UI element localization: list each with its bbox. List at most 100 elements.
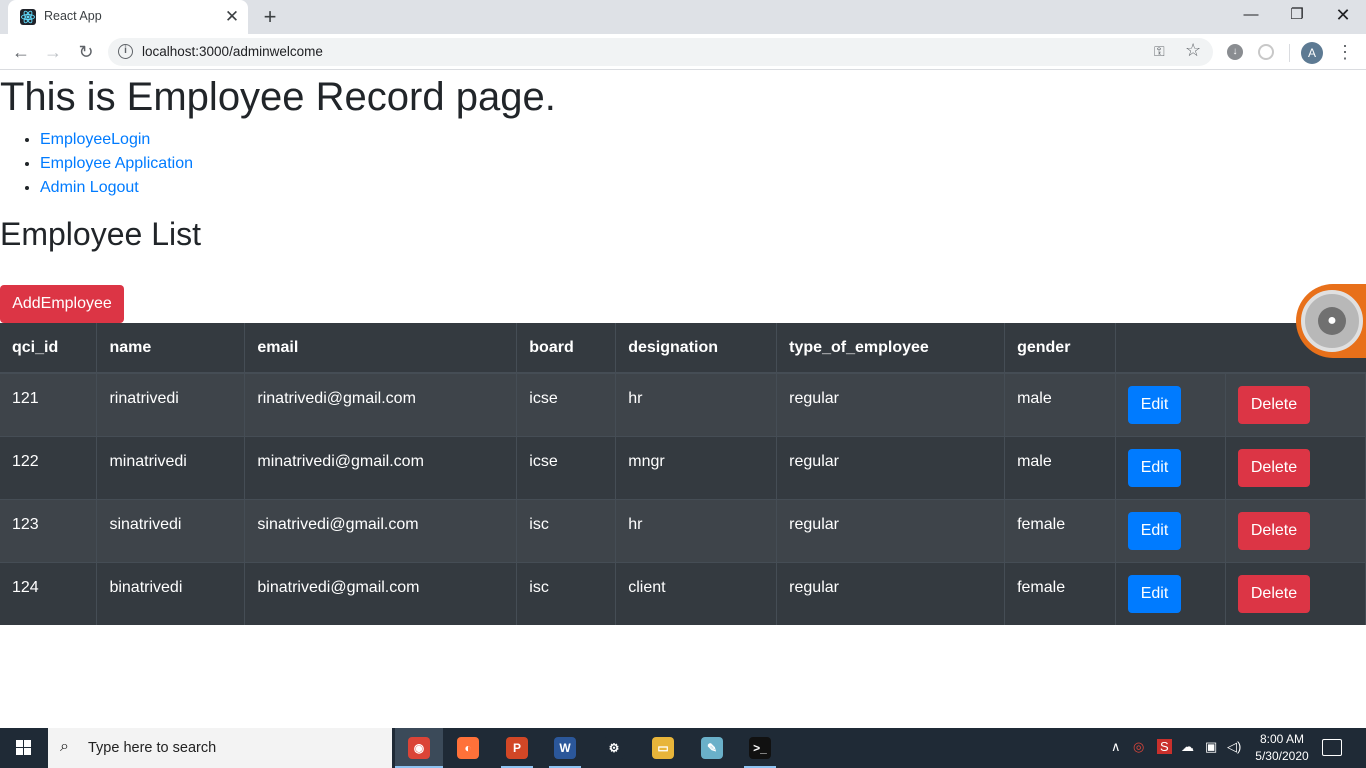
column-header: designation bbox=[615, 323, 778, 374]
name-cell: rinatrivedi bbox=[96, 372, 246, 436]
sync-app-icon[interactable]: S bbox=[1157, 739, 1172, 754]
chrome-icon: ◉ bbox=[408, 737, 430, 759]
firefox-taskbar-button[interactable]: ◐ bbox=[444, 728, 492, 768]
back-arrow-icon[interactable]: ← bbox=[8, 39, 34, 65]
edit-cell: Edit bbox=[1115, 372, 1226, 436]
delete-button[interactable]: Delete bbox=[1237, 386, 1310, 424]
word-icon: W bbox=[554, 737, 576, 759]
chrome-taskbar-button[interactable]: ◉ bbox=[395, 728, 443, 768]
site-info-icon[interactable]: i bbox=[118, 44, 133, 59]
type-of-employee-cell: regular bbox=[776, 498, 1006, 562]
page-title: This is Employee Record page. bbox=[0, 75, 556, 119]
network-icon[interactable]: ▣ bbox=[1205, 739, 1217, 755]
name-cell: sinatrivedi bbox=[96, 498, 246, 562]
nav-item: Employee Application bbox=[40, 152, 193, 176]
board-cell: icse bbox=[516, 372, 617, 436]
clock-date[interactable]: 5/30/2020 bbox=[1250, 749, 1314, 763]
edit-cell: Edit bbox=[1115, 561, 1226, 625]
powerpoint-icon: P bbox=[506, 737, 528, 759]
email-cell: rinatrivedi@gmail.com bbox=[244, 372, 518, 436]
url-text[interactable]: localhost:3000/adminwelcome bbox=[142, 44, 323, 59]
email-cell: sinatrivedi@gmail.com bbox=[244, 498, 518, 562]
firefox-icon: ◐ bbox=[457, 737, 479, 759]
word-taskbar-button[interactable]: W bbox=[541, 728, 589, 768]
reload-icon[interactable]: ↻ bbox=[73, 39, 99, 65]
antivirus-icon[interactable]: ◎ bbox=[1133, 739, 1144, 755]
delete-cell: Delete bbox=[1225, 372, 1366, 436]
delete-button[interactable]: Delete bbox=[1237, 511, 1310, 550]
delete-button[interactable]: Delete bbox=[1237, 448, 1310, 487]
qci-id-cell: 123 bbox=[0, 498, 98, 562]
file-explorer-icon: ▭ bbox=[652, 737, 674, 759]
designation-cell: hr bbox=[615, 498, 778, 562]
taskbar-search-box[interactable]: ⌕ Type here to search bbox=[48, 728, 392, 768]
minimize-button[interactable]: — bbox=[1228, 0, 1274, 30]
qci-id-cell: 121 bbox=[0, 372, 98, 436]
forward-arrow-icon[interactable]: → bbox=[40, 39, 66, 65]
employee-application-link[interactable]: Employee Application bbox=[40, 155, 193, 172]
admin-logout-link[interactable]: Admin Logout bbox=[40, 179, 139, 196]
powerpoint-taskbar-button[interactable]: P bbox=[493, 728, 541, 768]
timer-extension-icon[interactable] bbox=[1258, 44, 1274, 60]
recorder-button[interactable]: ● bbox=[1301, 290, 1363, 352]
email-cell: minatrivedi@gmail.com bbox=[244, 435, 518, 499]
board-cell: isc bbox=[516, 498, 617, 562]
edit-cell: Edit bbox=[1115, 498, 1226, 562]
cloud-icon[interactable]: ☁ bbox=[1181, 739, 1194, 755]
designation-cell: client bbox=[615, 561, 778, 625]
column-header: gender bbox=[1004, 323, 1117, 374]
settings-icon: ⚙ bbox=[603, 737, 625, 759]
edit-cell: Edit bbox=[1115, 435, 1226, 499]
column-header: name bbox=[96, 323, 246, 374]
notepad-icon: ✎ bbox=[701, 737, 723, 759]
name-cell: minatrivedi bbox=[96, 435, 246, 499]
add-employee-button[interactable]: AddEmployee bbox=[0, 285, 124, 323]
column-header: email bbox=[244, 323, 518, 374]
settings-taskbar-button[interactable]: ⚙ bbox=[590, 728, 638, 768]
start-button[interactable] bbox=[0, 728, 48, 768]
clock-time[interactable]: 8:00 AM bbox=[1252, 732, 1312, 746]
chevron-up-icon[interactable]: ∧ bbox=[1111, 739, 1121, 755]
browser-tab[interactable]: React App ✕ bbox=[8, 0, 248, 34]
tab-close-icon[interactable]: ✕ bbox=[222, 7, 242, 27]
address-bar[interactable]: i localhost:3000/adminwelcome ⚿ ☆ bbox=[108, 38, 1213, 66]
notepad-taskbar-button[interactable]: ✎ bbox=[688, 728, 736, 768]
new-tab-button[interactable]: + bbox=[258, 6, 282, 28]
edit-button[interactable]: Edit bbox=[1128, 574, 1182, 613]
download-extension-icon[interactable]: ↓ bbox=[1227, 44, 1243, 60]
gender-cell: female bbox=[1004, 498, 1117, 562]
notification-center-icon[interactable] bbox=[1322, 739, 1342, 756]
column-header: type_of_employee bbox=[776, 323, 1006, 374]
employee-table: qci_id name email board designation type… bbox=[0, 323, 1366, 625]
search-placeholder[interactable]: Type here to search bbox=[88, 740, 216, 756]
bookmark-star-icon[interactable]: ☆ bbox=[1185, 40, 1201, 61]
kebab-menu-icon[interactable]: ⋮ bbox=[1336, 40, 1354, 64]
edit-button[interactable]: Edit bbox=[1128, 386, 1182, 424]
terminal-taskbar-button[interactable]: >_ bbox=[736, 728, 784, 768]
table-row: 121 rinatrivedi rinatrivedi@gmail.com ic… bbox=[0, 372, 1366, 436]
column-header: board bbox=[516, 323, 617, 374]
video-camera-icon: ● bbox=[1318, 307, 1346, 335]
search-icon: ⌕ bbox=[60, 738, 69, 755]
maximize-button[interactable]: ❐ bbox=[1274, 0, 1320, 30]
edit-button[interactable]: Edit bbox=[1128, 448, 1182, 487]
password-key-icon[interactable]: ⚿ bbox=[1154, 43, 1165, 60]
file-explorer-taskbar-button[interactable]: ▭ bbox=[639, 728, 687, 768]
gender-cell: male bbox=[1004, 435, 1117, 499]
toolbar-divider bbox=[1289, 44, 1290, 62]
delete-cell: Delete bbox=[1225, 435, 1366, 499]
delete-button[interactable]: Delete bbox=[1237, 574, 1310, 613]
volume-icon[interactable]: ◁) bbox=[1227, 739, 1241, 755]
delete-cell: Delete bbox=[1225, 561, 1366, 625]
windows-taskbar: ⌕ Type here to search ◉ ◐ P W ⚙ ▭ ✎ >_ ∧ ◎ S ☁ … bbox=[0, 728, 1366, 768]
tab-title: React App bbox=[44, 9, 102, 23]
react-logo-icon bbox=[20, 9, 36, 25]
screen-recorder-widget[interactable]: ● bbox=[1296, 284, 1366, 358]
designation-cell: hr bbox=[615, 372, 778, 436]
type-of-employee-cell: regular bbox=[776, 372, 1006, 436]
employee-login-link[interactable]: EmployeeLogin bbox=[40, 131, 150, 148]
type-of-employee-cell: regular bbox=[776, 561, 1006, 625]
profile-avatar[interactable]: A bbox=[1301, 42, 1323, 64]
edit-button[interactable]: Edit bbox=[1128, 511, 1182, 550]
window-close-button[interactable]: ✕ bbox=[1320, 0, 1366, 30]
